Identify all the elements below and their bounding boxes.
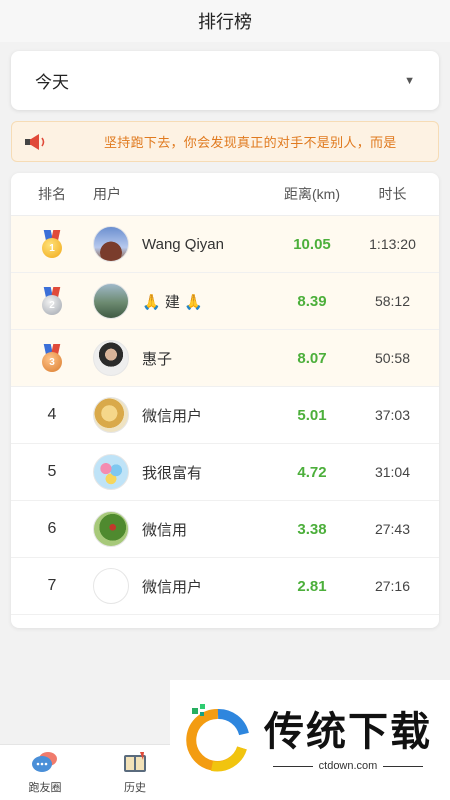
table-header: 排名 用户 距离(km) 时长 [11,173,439,216]
watermark-site: ctdown.com [267,760,430,772]
user-name: 惠子 [142,350,173,368]
watermark-text: 传统下载 ctdown.com [264,708,432,772]
user-name: 我很富有 [142,464,203,482]
distance-value: 8.07 [297,349,327,367]
tab-history[interactable]: 历史 [105,749,165,795]
bronze-medal-icon: 3 [41,344,63,372]
notice-banner: 坚持跑下去，你会发现真正的对手不是别人，而是 [11,121,439,162]
column-header-distance: 距离(km) [284,186,340,202]
rank-cell: 1 [11,230,93,258]
silver-medal-icon: 2 [41,287,63,315]
gold-medal-icon: 1 [41,230,63,258]
duration-value: 1:13:20 [369,236,416,252]
watermark-title: 传统下载 [264,710,432,754]
column-header-rank: 排名 [38,186,66,202]
duration-value: 27:16 [374,578,411,594]
distance-value: 5.01 [297,406,327,424]
duration-value: 27:43 [374,521,411,537]
table-row[interactable]: 5 我很富有 4.72 31:04 [11,444,439,501]
user-cell: 惠子 [93,340,278,376]
duration-value: 31:04 [374,464,411,480]
distance-value: 3.38 [297,520,327,538]
distance-value: 8.39 [297,292,327,310]
caret-down-icon: ▼ [404,74,415,87]
user-name: Wang Qiyan [142,235,224,253]
leaderboard-table: 排名 用户 距离(km) 时长 1 Wang Qiyan 10.05 1:13:… [11,173,439,628]
table-row[interactable]: 2 🙏 建 🙏 8.39 58:12 [11,273,439,330]
avatar [93,226,129,262]
watermark-site-text: ctdown.com [318,760,378,772]
book-icon [121,749,149,777]
tab-label: 历史 [124,782,146,794]
column-header-user: 用户 [93,186,121,202]
avatar [93,283,129,319]
table-row[interactable]: 6 微信用 3.38 27:43 [11,501,439,558]
avatar [93,568,129,604]
user-cell: Wang Qiyan [93,226,278,262]
rank-number: 5 [47,463,57,480]
table-row[interactable]: 4 微信用户 5.01 37:03 [11,387,439,444]
avatar [93,397,129,433]
table-row[interactable]: 7 微信用户 2.81 27:16 [11,558,439,615]
date-range-value: 今天 [35,73,69,92]
rank-number: 6 [47,520,57,537]
tab-label: 跑友圈 [28,782,62,794]
distance-value: 10.05 [293,235,331,253]
duration-value: 58:12 [374,293,411,309]
duration-value: 37:03 [374,407,411,423]
ctdown-logo-icon [178,700,254,780]
user-cell: 微信用 [93,511,278,547]
page-title: 排行榜 [198,12,252,32]
rank-number: 7 [47,577,57,594]
user-cell: 微信用户 [93,568,278,604]
table-row[interactable]: 1 Wang Qiyan 10.05 1:13:20 [11,216,439,273]
user-name: 微信用户 [142,407,203,425]
table-row[interactable]: 3 惠子 8.07 50:58 [11,330,439,387]
user-name: 微信用 [142,521,188,539]
avatar [93,511,129,547]
notice-text: 坚持跑下去，你会发现真正的对手不是别人，而是 [104,135,397,150]
page-header: 排行榜 [0,0,450,42]
rank-cell: 2 [11,287,93,315]
avatar [93,340,129,376]
rank-cell: 3 [11,344,93,372]
megaphone-icon [24,132,48,152]
duration-value: 50:58 [374,350,411,366]
watermark-logo: 传统下载 ctdown.com [170,680,450,800]
tab-runner-circle[interactable]: 跑友圈 [15,749,75,795]
chat-bubbles-icon [31,749,59,777]
rank-number: 4 [47,406,57,423]
column-header-duration: 时长 [378,186,407,202]
date-range-select[interactable]: 今天 ▼ [11,51,439,110]
user-name: 微信用户 [142,578,203,596]
user-cell: 🙏 建 🙏 [93,283,278,319]
user-name: 🙏 建 🙏 [142,293,203,311]
user-cell: 微信用户 [93,397,278,433]
distance-value: 2.81 [297,577,327,595]
avatar [93,454,129,490]
user-cell: 我很富有 [93,454,278,490]
distance-value: 4.72 [297,463,327,481]
